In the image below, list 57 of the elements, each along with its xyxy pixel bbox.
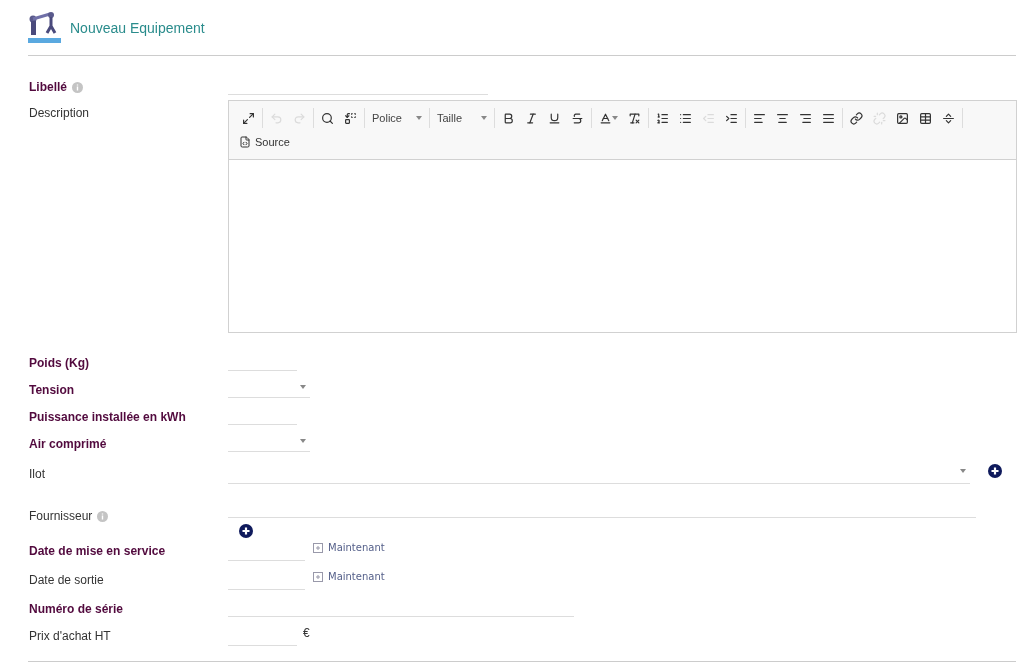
redo-icon	[293, 111, 306, 125]
add-button[interactable]	[239, 524, 253, 538]
unlink-icon	[873, 111, 886, 125]
page-title: Nouveau Equipement	[70, 19, 205, 36]
caret-icon	[300, 439, 306, 443]
field-label: Fournisseur	[29, 509, 93, 523]
text-color-icon	[599, 111, 612, 125]
link-icon	[850, 111, 863, 125]
field-label: Tension	[29, 383, 75, 397]
align-left-icon	[753, 111, 766, 125]
robot-arm-icon	[28, 11, 61, 44]
caret-icon	[300, 385, 306, 389]
bold-icon	[502, 111, 515, 125]
image-icon	[896, 111, 909, 125]
underline-icon	[548, 111, 561, 125]
field-label: Libellé	[29, 80, 67, 94]
align-right-icon	[799, 111, 812, 125]
now-link[interactable]: Maintenant	[313, 571, 385, 582]
field-label: Puissance installée en kWh	[29, 410, 186, 424]
field-label: Air comprimé	[29, 437, 107, 451]
toolbar-dropdown[interactable]: Taille	[433, 108, 491, 128]
numbered-list-icon	[656, 111, 669, 125]
bullet-list-icon	[679, 111, 692, 125]
caret-icon	[416, 116, 422, 120]
now-link[interactable]: Maintenant	[313, 542, 385, 553]
maximize-icon	[242, 111, 255, 125]
field-label: Poids (Kg)	[29, 356, 89, 370]
outdent-icon	[702, 111, 715, 125]
field-label: Ilot	[29, 467, 45, 481]
remove-format-icon	[628, 111, 641, 125]
source-icon	[239, 136, 251, 148]
table-icon	[919, 111, 932, 125]
search-icon	[321, 111, 334, 125]
strikethrough-icon	[571, 111, 584, 125]
caret-icon	[481, 116, 487, 120]
caret-icon	[612, 116, 618, 120]
indent-icon	[725, 111, 738, 125]
field-label: Date de mise en service	[29, 544, 166, 558]
add-button[interactable]	[988, 464, 1002, 478]
field-label: Numéro de série	[29, 602, 124, 616]
field-label: Description	[29, 106, 90, 120]
calendar-icon	[313, 571, 323, 582]
caret-icon	[960, 468, 966, 473]
align-center-icon	[776, 111, 789, 125]
toolbar-dropdown[interactable]: Police	[368, 108, 426, 128]
align-justify-icon	[822, 111, 835, 125]
replace-icon	[344, 111, 357, 125]
source-button[interactable]: Source	[235, 134, 294, 150]
undo-icon	[270, 111, 283, 125]
plus-circle-icon	[988, 464, 1002, 478]
italic-icon	[525, 111, 538, 125]
currency-symbol: €	[303, 626, 310, 640]
field-label: Prix d'achat HT	[29, 629, 111, 643]
calendar-icon	[313, 542, 323, 553]
field-label: Date de sortie	[29, 573, 104, 587]
horizontal-rule-icon	[942, 111, 955, 125]
plus-circle-icon	[239, 524, 253, 538]
